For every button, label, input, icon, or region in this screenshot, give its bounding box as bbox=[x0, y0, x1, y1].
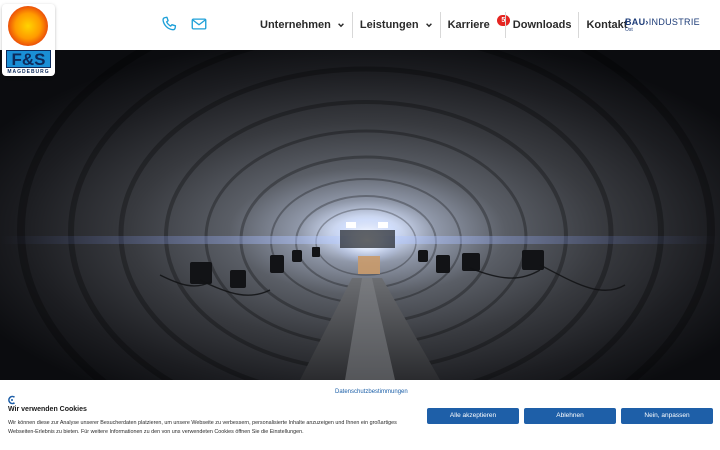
cookie-description: Wir können diese zur Analyse unserer Bes… bbox=[8, 420, 397, 435]
contact-icons bbox=[160, 15, 208, 33]
bauindustrie-logo[interactable]: BAU›INDUSTRIE Ost bbox=[625, 17, 707, 37]
nav-item-label: Karriere bbox=[447, 19, 490, 31]
sun-icon bbox=[8, 6, 48, 46]
main-nav: Unternehmen Leistungen Karriere 5 Downlo… bbox=[253, 12, 634, 38]
cookie-title: Wir verwenden Cookies bbox=[8, 406, 87, 413]
site-header: Unternehmen Leistungen Karriere 5 Downlo… bbox=[0, 0, 720, 50]
phone-icon[interactable] bbox=[160, 15, 178, 33]
accept-all-button[interactable]: Alle akzeptieren bbox=[427, 408, 519, 424]
page: Unternehmen Leistungen Karriere 5 Downlo… bbox=[0, 0, 720, 450]
company-logo[interactable]: F&S MAGDEBURG bbox=[2, 4, 55, 76]
chevron-down-icon bbox=[425, 23, 432, 28]
partner-logo-subtext: Ost bbox=[625, 27, 633, 33]
privacy-policy-link[interactable]: Datenschutzbestimmungen bbox=[335, 389, 408, 395]
customize-button[interactable]: Nein, anpassen bbox=[621, 408, 713, 424]
tunnel-photo bbox=[0, 50, 720, 380]
logo-subtext: MAGDEBURG bbox=[7, 69, 50, 75]
chevron-down-icon bbox=[337, 23, 344, 28]
nav-item-label: Kontakt bbox=[586, 19, 628, 31]
nav-item-downloads[interactable]: Downloads bbox=[504, 12, 579, 38]
nav-item-leistungen[interactable]: Leistungen bbox=[351, 12, 440, 38]
partner-logo-text: BAU›INDUSTRIE bbox=[625, 17, 700, 27]
hero-image bbox=[0, 50, 720, 380]
mail-icon[interactable] bbox=[190, 15, 208, 33]
nav-item-label: Unternehmen bbox=[260, 19, 331, 31]
nav-item-label: Leistungen bbox=[359, 19, 419, 31]
cookie-icon bbox=[8, 395, 15, 405]
nav-item-unternehmen[interactable]: Unternehmen bbox=[253, 12, 352, 38]
decline-button[interactable]: Ablehnen bbox=[524, 408, 616, 424]
logo-text: F&S bbox=[6, 50, 51, 69]
nav-item-karriere[interactable]: Karriere 5 bbox=[439, 12, 510, 38]
nav-item-label: Downloads bbox=[512, 19, 572, 31]
